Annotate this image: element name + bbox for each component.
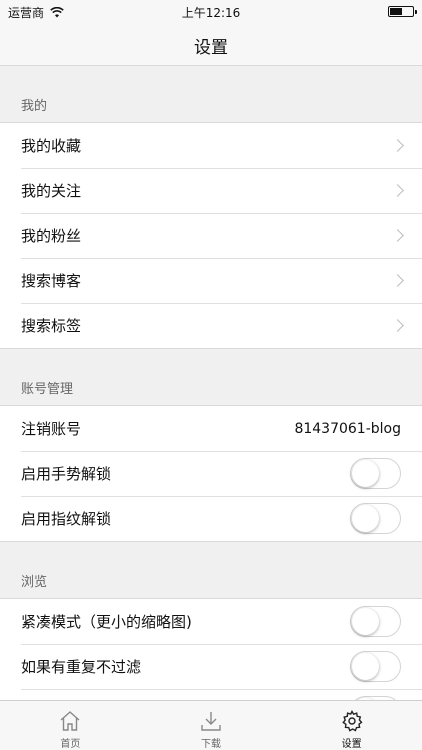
row-label: 注销账号 (21, 420, 82, 438)
tab-download[interactable]: 下载 (141, 701, 282, 750)
row-label: 我的粉丝 (21, 227, 82, 245)
gear-icon (341, 710, 363, 732)
settings-list[interactable]: 我的 我的收藏 我的关注 我的粉丝 搜索博客 搜索标签 账号管理 注销账号 814… (0, 66, 422, 700)
chevron-right-icon (391, 318, 404, 332)
home-icon (60, 711, 80, 731)
row-label: 我的收藏 (21, 137, 82, 155)
row-no-dedupe: 如果有重复不过滤 (0, 644, 422, 689)
row-label: 如果有重复不过滤 (21, 658, 142, 676)
row-fingerprint-lock: 启用指纹解锁 (0, 496, 422, 541)
row-compact-mode: 紧凑模式（更小的缩略图) (0, 599, 422, 644)
row-following[interactable]: 我的关注 (0, 168, 422, 213)
row-favorites[interactable]: 我的收藏 (0, 123, 422, 168)
row-label: 启用指纹解锁 (21, 510, 112, 528)
row-label: 启用手势解锁 (21, 465, 112, 483)
compact-mode-toggle[interactable] (350, 606, 401, 637)
gesture-lock-toggle[interactable] (350, 458, 401, 489)
chevron-right-icon (391, 183, 404, 197)
row-label: 我的关注 (21, 182, 82, 200)
row-partial (0, 689, 422, 700)
download-icon (201, 712, 221, 731)
navigation-bar: 设置 (0, 22, 422, 66)
section-header-account: 账号管理 (21, 382, 74, 397)
tab-label: 设置 (341, 739, 362, 750)
account-name: 81437061-blog (294, 420, 401, 437)
tab-label: 下载 (201, 739, 221, 750)
row-search-tags[interactable]: 搜索标签 (0, 303, 422, 348)
row-label: 紧凑模式（更小的缩略图) (21, 613, 192, 631)
row-gesture-lock: 启用手势解锁 (0, 451, 422, 496)
row-label: 搜索标签 (21, 317, 82, 335)
tab-label: 首页 (60, 739, 81, 750)
tab-home[interactable]: 首页 (0, 701, 141, 750)
chevron-right-icon (391, 228, 404, 242)
row-search-blogs[interactable]: 搜索博客 (0, 258, 422, 303)
fingerprint-lock-toggle[interactable] (350, 503, 401, 534)
battery-icon (388, 6, 417, 17)
settings-group-browse: 紧凑模式（更小的缩略图) 如果有重复不过滤 (0, 598, 422, 700)
tab-settings[interactable]: 设置 (281, 701, 422, 750)
row-logout[interactable]: 注销账号 81437061-blog (0, 406, 422, 451)
row-followers[interactable]: 我的粉丝 (0, 213, 422, 258)
status-time: 上午12:16 (181, 6, 241, 20)
no-dedupe-toggle[interactable] (350, 651, 401, 682)
section-header-browse: 浏览 (21, 575, 48, 590)
settings-group-mine: 我的收藏 我的关注 我的粉丝 搜索博客 搜索标签 (0, 122, 422, 349)
settings-group-account: 注销账号 81437061-blog 启用手势解锁 启用指纹解锁 (0, 405, 422, 542)
tab-bar: 首页 下载 设置 (0, 700, 422, 750)
status-bar: 运营商 上午12:16 (0, 0, 422, 22)
chevron-right-icon (391, 138, 404, 152)
page-title: 设置 (194, 38, 228, 58)
row-label: 搜索博客 (21, 272, 82, 290)
section-header-mine: 我的 (21, 99, 48, 114)
chevron-right-icon (391, 273, 404, 287)
